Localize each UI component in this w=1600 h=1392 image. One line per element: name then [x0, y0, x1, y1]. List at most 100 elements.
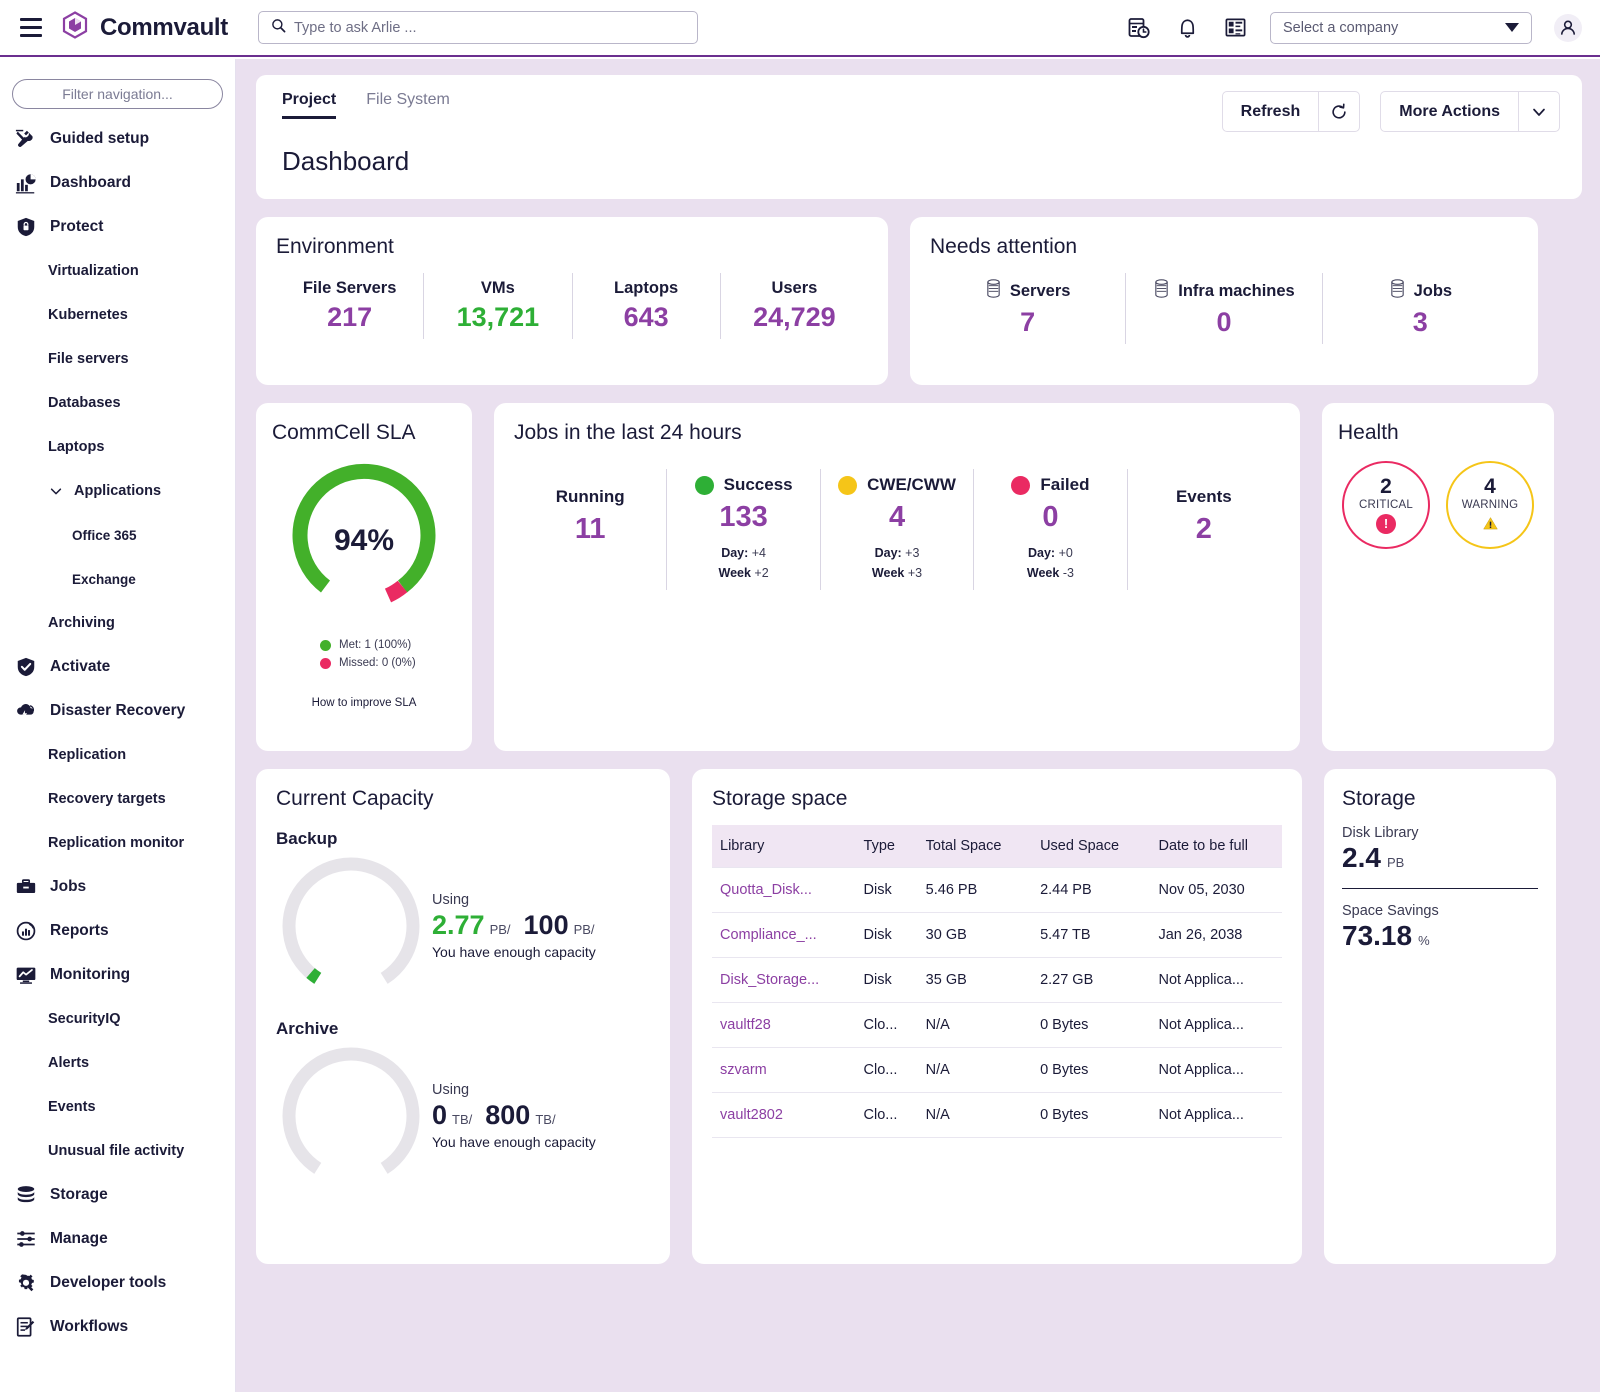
library-link[interactable]: szvarm	[712, 1047, 856, 1093]
sidebar-item-file-servers[interactable]: File servers	[0, 337, 235, 381]
jobs-col-value: 0	[1042, 501, 1059, 533]
sidebar-item-dashboard[interactable]: Dashboard	[0, 161, 235, 205]
sidebar-item-disaster-recovery[interactable]: Disaster Recovery	[0, 689, 235, 733]
sidebar-item-archiving[interactable]: Archiving	[0, 601, 235, 645]
sidebar-item-unusual-file-activity[interactable]: Unusual file activity	[0, 1129, 235, 1173]
jobs-col-running[interactable]: Running 11	[514, 469, 668, 590]
table-row[interactable]: vaultf28 Clo... N/A 0 Bytes Not Applica...	[712, 1002, 1282, 1048]
capacity-used-unit: TB/	[452, 1112, 473, 1127]
filter-navigation-input[interactable]	[13, 86, 222, 102]
attention-stat-jobs[interactable]: Jobs 3	[1323, 273, 1518, 344]
environment-stats: File Servers 217 VMs 13,721 Laptops 643 Users 2…	[276, 273, 868, 339]
sidebar-item-office-365[interactable]: Office 365	[0, 513, 235, 557]
user-avatar-icon[interactable]	[1554, 13, 1582, 42]
column-header[interactable]: Total Space	[918, 825, 1032, 868]
filter-navigation-box[interactable]	[12, 79, 223, 109]
sidebar-item-protect[interactable]: Protect	[0, 205, 235, 249]
needs-attention-title: Needs attention	[930, 235, 1078, 258]
sidebar-item-applications[interactable]: Applications	[0, 469, 235, 513]
jobs-col-events[interactable]: Events 2	[1128, 469, 1280, 590]
sidebar-item-reports[interactable]: Reports	[0, 909, 235, 953]
bell-icon[interactable]	[1174, 15, 1200, 41]
capacity-ring	[276, 851, 426, 1001]
sla-gauge: 94%	[284, 461, 444, 621]
sidebar-item-replication-monitor[interactable]: Replication monitor	[0, 821, 235, 865]
library-link[interactable]: Disk_Storage...	[712, 957, 856, 1003]
sidebar-item-guided-setup[interactable]: Guided setup	[0, 117, 235, 161]
env-stat-vms[interactable]: VMs 13,721	[424, 273, 573, 339]
chevron-down-icon[interactable]	[1519, 92, 1559, 131]
env-stat-file-servers[interactable]: File Servers 217	[276, 273, 425, 339]
documentation-icon[interactable]	[1222, 15, 1248, 41]
sidebar-item-kubernetes[interactable]: Kubernetes	[0, 293, 235, 337]
jobs-col-value: 11	[574, 513, 606, 545]
sidebar-item-events[interactable]: Events	[0, 1085, 235, 1129]
company-select[interactable]: Select a company	[1270, 11, 1532, 44]
sidebar-item-workflows[interactable]: Workflows	[0, 1305, 235, 1349]
commvault-logo-icon	[60, 10, 90, 45]
sidebar-item-developer-tools[interactable]: Developer tools	[0, 1261, 235, 1305]
sidebar-item-storage[interactable]: Storage	[0, 1173, 235, 1217]
sidebar-item-exchange[interactable]: Exchange	[0, 557, 235, 601]
arlie-search-box[interactable]	[258, 11, 698, 44]
jobs-col-week-delta: Week +3	[871, 566, 923, 580]
tab-project[interactable]: Project	[282, 91, 337, 119]
table-row[interactable]: vault2802 Clo... N/A 0 Bytes Not Applica...	[712, 1092, 1282, 1138]
library-link[interactable]: Compliance_...	[712, 912, 856, 958]
column-header[interactable]: Used Space	[1032, 825, 1150, 868]
table-row[interactable]: Disk_Storage... Disk 35 GB 2.27 GB Not Appli…	[712, 957, 1282, 1003]
sidebar-item-securityiq[interactable]: SecurityIQ	[0, 997, 235, 1041]
library-link[interactable]: vault2802	[712, 1092, 856, 1138]
more-actions-button[interactable]: More Actions	[1380, 91, 1560, 132]
sidebar-item-manage[interactable]: Manage	[0, 1217, 235, 1261]
sidebar-item-jobs[interactable]: Jobs	[0, 865, 235, 909]
column-header[interactable]: Library	[712, 825, 856, 868]
column-header[interactable]: Type	[856, 825, 918, 868]
sidebar-item-laptops[interactable]: Laptops	[0, 425, 235, 469]
column-header[interactable]: Date to be full	[1150, 825, 1282, 868]
capacity-info: Using 0 TB/800 TB/You have enough capacity	[432, 1082, 650, 1150]
brand[interactable]: Commvault	[60, 10, 228, 45]
sidebar-item-virtualization[interactable]: Virtualization	[0, 249, 235, 293]
storage-title: Storage	[1342, 787, 1416, 810]
library-link[interactable]: vaultf28	[712, 1002, 856, 1048]
sidebar-item-replication[interactable]: Replication	[0, 733, 235, 777]
sidebar-item-label: Office 365	[72, 527, 137, 543]
sidebar-item-monitoring[interactable]: Monitoring	[0, 953, 235, 997]
jobs-col-head: Events	[1176, 487, 1232, 507]
attention-stat-servers[interactable]: Servers 7	[930, 273, 1127, 344]
job-history-icon[interactable]	[1126, 15, 1152, 41]
env-stat-users[interactable]: Users 24,729	[721, 273, 868, 339]
search-input[interactable]	[294, 19, 685, 36]
env-stat-laptops[interactable]: Laptops 643	[573, 273, 721, 339]
jobs-col-success[interactable]: Success 133 Day: +4 Week +2	[667, 469, 821, 590]
env-stat-label: Laptops	[614, 279, 679, 297]
refresh-icon[interactable]	[1319, 92, 1359, 131]
storage-space-table: Library Type Total Space Used Space Date to …	[712, 825, 1282, 1138]
sidebar-item-activate[interactable]: Activate	[0, 645, 235, 689]
attention-stat-infra-machines[interactable]: Infra machines 0	[1126, 273, 1323, 344]
table-row[interactable]: Quotta_Disk... Disk 5.46 PB 2.44 PB Nov 05, …	[712, 867, 1282, 913]
sidebar-item-label: Disaster Recovery	[50, 702, 186, 719]
hamburger-menu-icon[interactable]	[14, 11, 48, 45]
database-icon	[1389, 279, 1406, 303]
jobs-col-label: Success	[723, 475, 793, 494]
refresh-button[interactable]: Refresh	[1221, 91, 1361, 132]
sidebar-item-label: Recovery targets	[48, 791, 166, 807]
library-link[interactable]: Quotta_Disk...	[712, 867, 856, 913]
table-row[interactable]: Compliance_... Disk 30 GB 5.47 TB Jan 26, 20…	[712, 912, 1282, 958]
tab-file-system[interactable]: File System	[366, 91, 450, 116]
sidebar-item-recovery-targets[interactable]: Recovery targets	[0, 777, 235, 821]
sidebar-item-alerts[interactable]: Alerts	[0, 1041, 235, 1085]
jobs-col-failed[interactable]: Failed 0 Day: +0 Week -3	[974, 469, 1128, 590]
table-cell: Clo...	[855, 1092, 918, 1138]
sidebar-item-databases[interactable]: Databases	[0, 381, 235, 425]
health-critical[interactable]: 2 CRITICAL!	[1342, 461, 1430, 549]
jobs-col-cwe-cww[interactable]: CWE/CWW 4 Day: +3 Week +3	[821, 469, 975, 590]
health-warning[interactable]: 4 WARNING	[1446, 461, 1534, 549]
jobs-col-day-delta: Day: +4	[721, 546, 767, 560]
env-stat-value: 13,721	[456, 302, 540, 332]
how-to-improve-sla-link[interactable]: How to improve SLA	[312, 697, 417, 709]
dashboard-row-1: Environment File Servers 217 VMs 13,721 Lapt…	[256, 217, 1582, 385]
table-row[interactable]: szvarm Clo... N/A 0 Bytes Not Applica...	[712, 1047, 1282, 1093]
